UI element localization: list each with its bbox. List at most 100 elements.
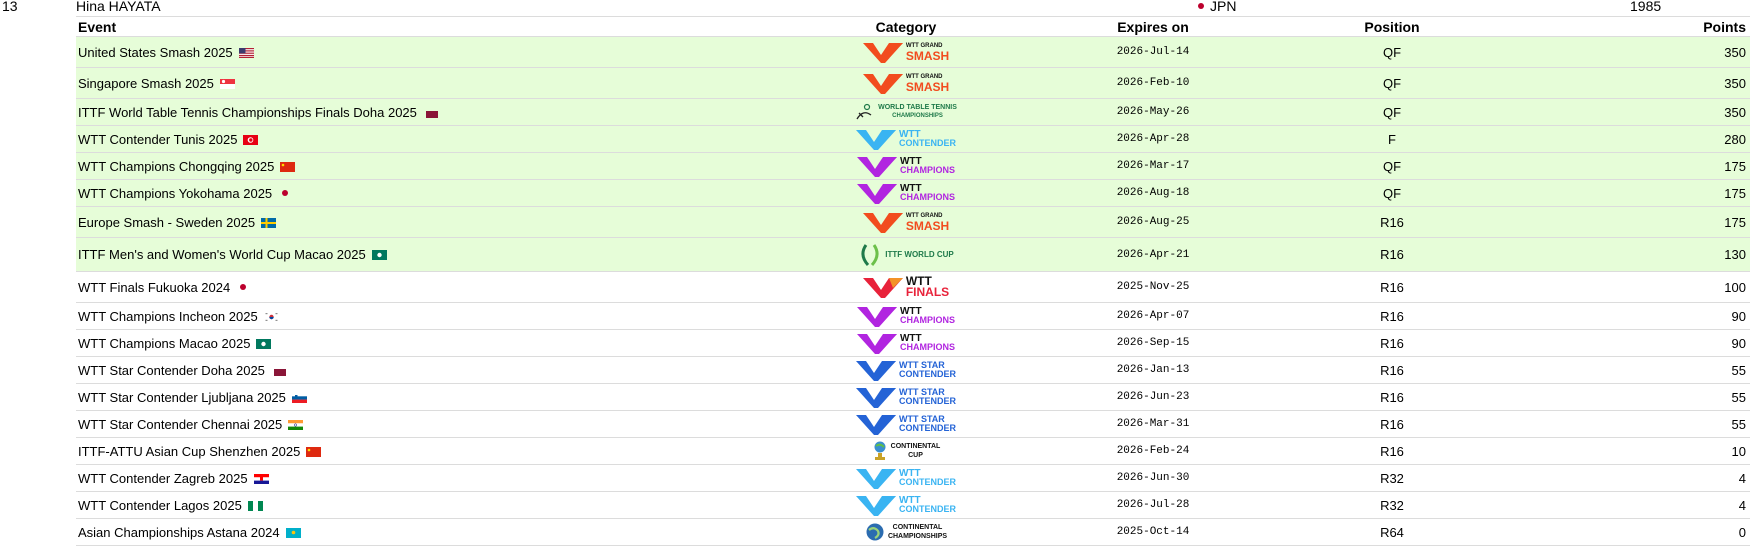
table-row[interactable]: WTT Contender Zagreb 2025 WTT CONTENDER 202…: [76, 465, 1750, 492]
table-row[interactable]: Asian Championships Astana 2024 CONTINENT…: [76, 519, 1750, 546]
event-name[interactable]: WTT Champions Chongqing 2025: [78, 159, 274, 174]
table-row[interactable]: WTT Star Contender Ljubljana 2025 WTT STA…: [76, 384, 1750, 411]
event-cell[interactable]: Asian Championships Astana 2024: [76, 525, 776, 540]
event-name[interactable]: ITTF-ATTU Asian Cup Shenzhen 2025: [78, 444, 300, 459]
points-cell: 90: [1731, 308, 1746, 324]
event-cell[interactable]: WTT Contender Zagreb 2025: [76, 471, 776, 486]
points-cell: 175: [1724, 185, 1746, 201]
table-row[interactable]: WTT Star Contender Doha 2025 WTT STAR CONT…: [76, 357, 1750, 384]
event-name[interactable]: WTT Star Contender Ljubljana 2025: [78, 390, 286, 405]
event-cell[interactable]: WTT Star Contender Chennai 2025: [76, 417, 776, 432]
table-row[interactable]: WTT Contender Tunis 2025 WTT CONTENDER 2026…: [76, 126, 1750, 153]
event-name[interactable]: WTT Contender Zagreb 2025: [78, 471, 248, 486]
position-cell: QF: [1382, 44, 1402, 60]
wtt-grand-smash-logo: WTT GRAND SMASH: [862, 210, 950, 234]
category-cell: WTT CHAMPIONS: [776, 154, 1036, 178]
table-row[interactable]: WTT Contender Lagos 2025 WTT CONTENDER 2026…: [76, 492, 1750, 519]
table-row[interactable]: ITTF Men's and Women's World Cup Macao 2…: [76, 238, 1750, 272]
event-cell[interactable]: WTT Star Contender Doha 2025: [76, 363, 776, 378]
event-cell[interactable]: ITTF World Table Tennis Championships Fi…: [76, 105, 776, 120]
event-cell[interactable]: WTT Contender Tunis 2025: [76, 132, 776, 147]
points-cell: 4: [1738, 497, 1746, 513]
event-name[interactable]: WTT Contender Lagos 2025: [78, 498, 242, 513]
expires-cell: 2026-Mar-31: [1116, 418, 1190, 430]
event-name[interactable]: WTT Champions Incheon 2025: [78, 309, 258, 324]
category-logo-line2: SMASH: [905, 49, 950, 63]
event-cell[interactable]: WTT Finals Fukuoka 2024: [76, 280, 776, 295]
wtt-contender-logo: WTT CONTENDER: [855, 127, 956, 151]
table-row[interactable]: WTT Champions Macao 2025 WTT CHAMPIONS 2026…: [76, 330, 1750, 357]
position-cell: R16: [1380, 214, 1404, 230]
position-cell: R64: [1380, 524, 1404, 540]
event-name[interactable]: Europe Smash - Sweden 2025: [78, 215, 255, 230]
position-cell: R16: [1380, 247, 1404, 262]
position-cell: R16: [1380, 443, 1404, 459]
player-name[interactable]: Hina HAYATA: [76, 0, 161, 13]
category-logo-line2: SMASH: [905, 219, 950, 233]
player-year: 1985: [1630, 0, 1662, 14]
table-row[interactable]: WTT Finals Fukuoka 2024 WTT FINALS 2025-Nov…: [76, 272, 1750, 303]
event-name[interactable]: Asian Championships Astana 2024: [78, 525, 280, 540]
position-cell: R16: [1380, 362, 1404, 378]
event-cell[interactable]: ITTF-ATTU Asian Cup Shenzhen 2025: [76, 444, 776, 459]
event-cell[interactable]: Europe Smash - Sweden 2025: [76, 215, 776, 230]
event-name[interactable]: WTT Champions Macao 2025: [78, 336, 250, 351]
event-name[interactable]: WTT Star Contender Doha 2025: [78, 363, 265, 378]
points-cell: 90: [1731, 335, 1746, 351]
event-name[interactable]: WTT Contender Tunis 2025: [78, 132, 237, 147]
event-cell[interactable]: WTT Champions Yokohama 2025: [76, 186, 776, 201]
table-row[interactable]: Singapore Smash 2025 WTT GRAND SMASH 2026-F…: [76, 68, 1750, 99]
expires-cell: 2026-Jul-28: [1116, 499, 1190, 511]
position-cell: QF: [1382, 104, 1402, 120]
event-cell[interactable]: United States Smash 2025: [76, 45, 776, 60]
table-body: United States Smash 2025 WTT GRAND SMASH 20…: [76, 37, 1750, 546]
expires-cell: 2026-Feb-10: [1116, 77, 1190, 89]
event-cell[interactable]: WTT Champions Macao 2025: [76, 336, 776, 351]
event-name[interactable]: WTT Finals Fukuoka 2024: [78, 280, 230, 295]
event-cell[interactable]: WTT Contender Lagos 2025: [76, 498, 776, 513]
event-name[interactable]: United States Smash 2025: [78, 45, 233, 60]
wtt-grand-smash-logo: WTT GRAND SMASH: [862, 71, 950, 95]
event-cell[interactable]: Singapore Smash 2025: [76, 76, 776, 91]
event-cell[interactable]: WTT Champions Incheon 2025: [76, 309, 776, 324]
expires-cell: 2026-May-26: [1116, 106, 1190, 118]
wtt-grand-smash-logo: WTT GRAND SMASH: [862, 40, 950, 64]
player-country-code: JPN: [1210, 0, 1237, 14]
player-summary-row[interactable]: 13 Hina HAYATA JPN 1985: [0, 0, 1758, 16]
event-cell[interactable]: WTT Star Contender Ljubljana 2025: [76, 390, 776, 405]
event-name[interactable]: Singapore Smash 2025: [78, 76, 214, 91]
header-position: Position: [1364, 18, 1420, 35]
event-name[interactable]: WTT Champions Yokohama 2025: [78, 186, 272, 201]
category-cell: WORLD TABLE TENNIS CHAMPIONSHIPS: [776, 100, 1036, 124]
event-cell[interactable]: WTT Champions Chongqing 2025: [76, 159, 776, 174]
event-name[interactable]: ITTF World Table Tennis Championships Fi…: [78, 105, 417, 120]
event-cell[interactable]: ITTF Men's and Women's World Cup Macao 2…: [76, 247, 776, 262]
category-logo-line2: FINALS: [905, 285, 950, 299]
table-row[interactable]: WTT Star Contender Chennai 2025 WTT STAR C…: [76, 411, 1750, 438]
category-cell: WTT CHAMPIONS: [776, 331, 1036, 355]
expires-cell: 2026-Jun-23: [1116, 391, 1190, 403]
expires-cell: 2026-Mar-17: [1116, 160, 1190, 172]
category-cell: WTT CONTENDER: [776, 466, 1036, 490]
ind-flag-icon: [288, 418, 304, 430]
table-row[interactable]: WTT Champions Yokohama 2025 WTT CHAMPIONS 2…: [76, 180, 1750, 207]
table-row[interactable]: United States Smash 2025 WTT GRAND SMASH 20…: [76, 37, 1750, 68]
table-row[interactable]: ITTF-ATTU Asian Cup Shenzhen 2025 CONTINE…: [76, 438, 1750, 465]
chn-flag-icon: [306, 445, 322, 457]
header-points: Points: [1703, 18, 1746, 35]
qat-flag-icon: [423, 106, 438, 118]
category-logo-line1: ITTF WORLD CUP: [885, 250, 954, 259]
event-name[interactable]: ITTF Men's and Women's World Cup Macao 2…: [78, 247, 366, 262]
table-row[interactable]: ITTF World Table Tennis Championships Fi…: [76, 99, 1750, 126]
qat-flag-icon: [271, 364, 286, 376]
event-name[interactable]: WTT Star Contender Chennai 2025: [78, 417, 282, 432]
points-cell: 55: [1731, 416, 1746, 432]
category-logo-line2: CHAMPIONS: [899, 342, 955, 352]
position-cell: R16: [1380, 389, 1404, 405]
table-row[interactable]: WTT Champions Incheon 2025 WTT CHAMPIONS 20…: [76, 303, 1750, 330]
table-row[interactable]: WTT Champions Chongqing 2025 WTT CHAMPIONS…: [76, 153, 1750, 180]
category-logo-line2: SMASH: [905, 80, 950, 94]
category-logo-line2: CONTENDER: [898, 504, 956, 514]
table-row[interactable]: Europe Smash - Sweden 2025 WTT GRAND SMASH…: [76, 207, 1750, 238]
category-cell: WTT CONTENDER: [776, 127, 1036, 151]
